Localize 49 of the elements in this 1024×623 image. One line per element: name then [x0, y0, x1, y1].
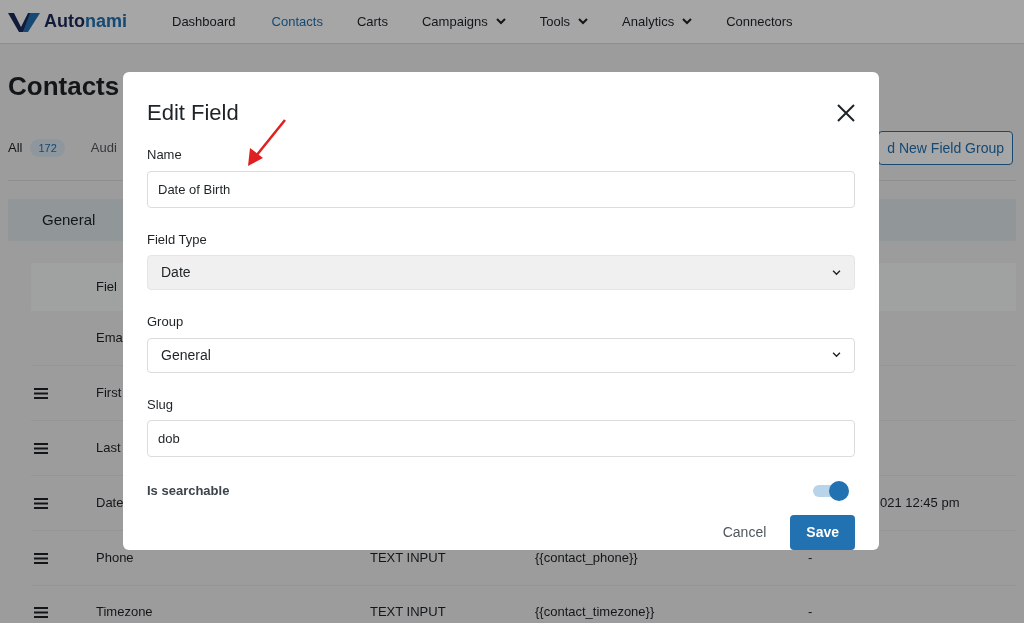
- chevron-icon: [832, 269, 841, 276]
- nav-link[interactable]: Contacts: [271, 11, 323, 32]
- drag-handle-icon[interactable]: [34, 552, 48, 564]
- table-cell-text: -: [808, 603, 813, 622]
- drag-handle-icon[interactable]: [34, 442, 48, 454]
- drag-handle-icon[interactable]: [34, 497, 48, 509]
- field-label: Slug: [147, 395, 175, 414]
- dialog-title: Edit Field: [147, 99, 239, 127]
- table-cell-text: Last: [96, 439, 121, 458]
- text-field[interactable]: Date of Birth: [147, 170, 855, 208]
- brand-name: Autonami: [44, 10, 127, 33]
- field-label: Field Type: [147, 230, 208, 249]
- logo-icon: [8, 10, 40, 33]
- table-cell-text: Ema: [96, 329, 123, 348]
- text-field[interactable]: dob: [147, 420, 855, 457]
- filter-tab[interactable]: Audi: [90, 138, 117, 158]
- column-header: Fiel: [96, 278, 117, 297]
- nav-link[interactable]: Analytics: [622, 11, 693, 32]
- chevron-icon: [832, 352, 841, 358]
- nav-link[interactable]: Connectors: [726, 11, 793, 32]
- drag-handle-icon[interactable]: [34, 387, 48, 399]
- nav-link[interactable]: Campaigns: [422, 11, 506, 32]
- field-label: Is searchable: [147, 482, 230, 501]
- close-icon[interactable]: [837, 103, 855, 122]
- field-label: Name: [147, 146, 183, 164]
- add-group-button[interactable]: d New Field Group: [878, 131, 1013, 165]
- field-label: Group: [147, 313, 185, 331]
- nav-link[interactable]: Dashboard: [172, 11, 236, 32]
- group-tab[interactable]: General: [42, 208, 96, 232]
- toggle-switch[interactable]: [813, 481, 849, 501]
- select-field[interactable]: General: [147, 337, 855, 373]
- table-cell-text: Timezone: [96, 603, 153, 622]
- table-cell-text: {{contact_timezone}}: [535, 603, 656, 622]
- drag-handle-icon[interactable]: [34, 606, 48, 618]
- table-cell-text: {{contact_phone}}: [535, 549, 639, 568]
- table-cell-text: Phone: [96, 549, 134, 568]
- save-button[interactable]: Save: [790, 515, 855, 550]
- table-cell-text: 021 12:45 pm: [880, 494, 960, 513]
- page-title: Contacts: [8, 70, 120, 102]
- table-cell-text: -: [808, 549, 813, 568]
- nav-link[interactable]: Tools: [539, 11, 589, 32]
- cancel-button[interactable]: Cancel: [722, 522, 767, 543]
- nav-link[interactable]: Carts: [356, 11, 388, 32]
- table-cell-text: TEXT INPUT: [370, 549, 447, 568]
- count-badge: 172: [30, 138, 65, 158]
- table-cell-text: Date: [96, 494, 124, 513]
- table-cell-text: First: [96, 384, 122, 403]
- table-cell-text: TEXT INPUT: [370, 603, 447, 622]
- filter-tab[interactable]: All 172: [8, 138, 65, 158]
